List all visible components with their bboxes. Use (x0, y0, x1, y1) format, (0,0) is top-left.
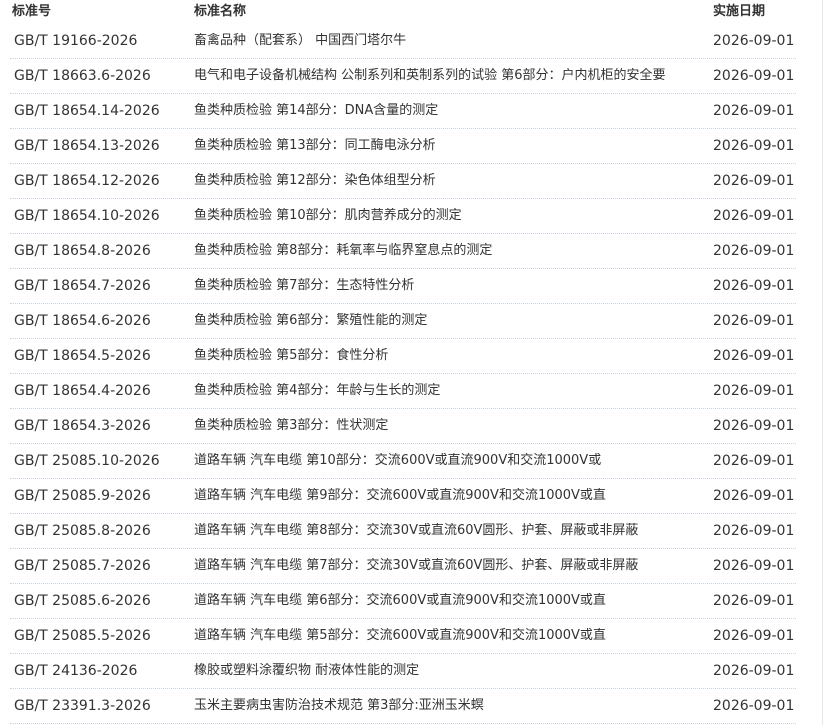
table-row: GB/T 23391.3-2026 玉米主要病虫害防治技术规范 第3部分:亚洲玉米… (10, 689, 796, 724)
implementation-date: 2026-09-01 (713, 558, 795, 574)
implementation-date: 2026-09-01 (713, 173, 795, 189)
standard-number: GB/T 18654.6-2026 (14, 313, 151, 329)
standard-number: GB/T 25085.5-2026 (14, 628, 151, 644)
implementation-date: 2026-09-01 (713, 523, 795, 539)
standard-number: GB/T 18654.3-2026 (14, 418, 151, 434)
standard-name-link[interactable]: 道路车辆 汽车电缆 第5部分：交流600V或直流900V和交流1000V或直 (194, 628, 706, 644)
standard-name-link[interactable]: 道路车辆 汽车电缆 第8部分：交流30V或直流60V圆形、护套、屏蔽或非屏蔽 (194, 523, 706, 539)
standard-number: GB/T 24136-2026 (14, 663, 138, 679)
standard-number: GB/T 25085.8-2026 (14, 523, 151, 539)
table-row: GB/T 18654.12-2026 鱼类种质检验 第12部分：染色体组型分析 20… (10, 164, 796, 199)
standard-number: GB/T 18654.12-2026 (14, 173, 160, 189)
standard-number: GB/T 18654.4-2026 (14, 383, 151, 399)
standard-name-link[interactable]: 鱼类种质检验 第5部分：食性分析 (194, 348, 706, 364)
header-standard-name: 标准名称 (194, 4, 247, 19)
standard-number: GB/T 25085.7-2026 (14, 558, 151, 574)
table-row: GB/T 24136-2026 橡胶或塑料涂覆织物 耐液体性能的测定 2026-09… (10, 654, 796, 689)
standard-number: GB/T 25085.10-2026 (14, 453, 160, 469)
table-row: GB/T 18654.13-2026 鱼类种质检验 第13部分：同工酶电泳分析 20… (10, 129, 796, 164)
implementation-date: 2026-09-01 (713, 698, 795, 714)
table-row: GB/T 18663.6-2026 电气和电子设备机械结构 公制系列和英制系列的试… (10, 59, 796, 94)
standard-number: GB/T 18654.7-2026 (14, 278, 151, 294)
standard-name-link[interactable]: 鱼类种质检验 第10部分：肌肉营养成分的测定 (194, 208, 706, 224)
implementation-date: 2026-09-01 (713, 278, 795, 294)
standard-name-link[interactable]: 畜禽品种（配套系） 中国西门塔尔牛 (194, 33, 706, 49)
table-row: GB/T 18654.4-2026 鱼类种质检验 第4部分：年龄与生长的测定 202… (10, 374, 796, 409)
header-standard-number: 标准号 (12, 4, 52, 19)
table-row: GB/T 25085.5-2026 道路车辆 汽车电缆 第5部分：交流600V或直… (10, 619, 796, 654)
standard-name-link[interactable]: 鱼类种质检验 第4部分：年龄与生长的测定 (194, 383, 706, 399)
standard-name-link[interactable]: 橡胶或塑料涂覆织物 耐液体性能的测定 (194, 663, 706, 679)
implementation-date: 2026-09-01 (713, 628, 795, 644)
implementation-date: 2026-09-01 (713, 383, 795, 399)
table-row: GB/T 18654.6-2026 鱼类种质检验 第6部分：繁殖性能的测定 2026… (10, 304, 796, 339)
standard-name-link[interactable]: 鱼类种质检验 第7部分：生态特性分析 (194, 278, 706, 294)
standard-name-link[interactable]: 鱼类种质检验 第8部分：耗氧率与临界窒息点的测定 (194, 243, 706, 259)
implementation-date: 2026-09-01 (713, 208, 795, 224)
standard-number: GB/T 25085.6-2026 (14, 593, 151, 609)
standard-number: GB/T 18654.13-2026 (14, 138, 160, 154)
implementation-date: 2026-09-01 (713, 418, 795, 434)
table-row: GB/T 18654.14-2026 鱼类种质检验 第14部分：DNA含量的测定 2… (10, 94, 796, 129)
implementation-date: 2026-09-01 (713, 453, 795, 469)
table-row: GB/T 25085.9-2026 道路车辆 汽车电缆 第9部分：交流600V或直… (10, 479, 796, 514)
standard-name-link[interactable]: 道路车辆 汽车电缆 第6部分：交流600V或直流900V和交流1000V或直 (194, 593, 706, 609)
standard-number: GB/T 18654.8-2026 (14, 243, 151, 259)
standard-number: GB/T 25085.9-2026 (14, 488, 151, 504)
table-row: GB/T 25085.7-2026 道路车辆 汽车电缆 第7部分：交流30V或直流… (10, 549, 796, 584)
table-body: GB/T 19166-2026 畜禽品种（配套系） 中国西门塔尔牛 2026-09-… (10, 24, 796, 724)
implementation-date: 2026-09-01 (713, 348, 795, 364)
implementation-date: 2026-09-01 (713, 313, 795, 329)
table-row: GB/T 25085.6-2026 道路车辆 汽车电缆 第6部分：交流600V或直… (10, 584, 796, 619)
implementation-date: 2026-09-01 (713, 593, 795, 609)
implementation-date: 2026-09-01 (713, 488, 795, 504)
implementation-date: 2026-09-01 (713, 243, 795, 259)
standard-number: GB/T 18654.10-2026 (14, 208, 160, 224)
right-border (822, 0, 823, 725)
table-row: GB/T 25085.10-2026 道路车辆 汽车电缆 第10部分：交流600V… (10, 444, 796, 479)
standards-table: 标准号 标准名称 实施日期 GB/T 19166-2026 畜禽品种（配套系） 中… (10, 0, 796, 724)
table-row: GB/T 18654.7-2026 鱼类种质检验 第7部分：生态特性分析 2026-… (10, 269, 796, 304)
standard-name-link[interactable]: 道路车辆 汽车电缆 第10部分：交流600V或直流900V和交流1000V或 (194, 453, 706, 469)
standard-name-link[interactable]: 道路车辆 汽车电缆 第9部分：交流600V或直流900V和交流1000V或直 (194, 488, 706, 504)
standard-name-link[interactable]: 鱼类种质检验 第6部分：繁殖性能的测定 (194, 313, 706, 329)
standard-name-link[interactable]: 鱼类种质检验 第12部分：染色体组型分析 (194, 173, 706, 189)
standard-name-link[interactable]: 电气和电子设备机械结构 公制系列和英制系列的试验 第6部分：户内机柜的安全要 (194, 68, 706, 84)
table-row: GB/T 18654.10-2026 鱼类种质检验 第10部分：肌肉营养成分的测定… (10, 199, 796, 234)
implementation-date: 2026-09-01 (713, 138, 795, 154)
standard-number: GB/T 19166-2026 (14, 33, 138, 49)
standard-name-link[interactable]: 鱼类种质检验 第14部分：DNA含量的测定 (194, 103, 706, 119)
table-row: GB/T 18654.8-2026 鱼类种质检验 第8部分：耗氧率与临界窒息点的测… (10, 234, 796, 269)
implementation-date: 2026-09-01 (713, 68, 795, 84)
standard-number: GB/T 18663.6-2026 (14, 68, 151, 84)
table-row: GB/T 18654.3-2026 鱼类种质检验 第3部分：性状测定 2026-09… (10, 409, 796, 444)
standard-name-link[interactable]: 玉米主要病虫害防治技术规范 第3部分:亚洲玉米螟 (194, 698, 706, 714)
implementation-date: 2026-09-01 (713, 663, 795, 679)
standard-name-link[interactable]: 道路车辆 汽车电缆 第7部分：交流30V或直流60V圆形、护套、屏蔽或非屏蔽 (194, 558, 706, 574)
standard-number: GB/T 18654.14-2026 (14, 103, 160, 119)
table-row: GB/T 18654.5-2026 鱼类种质检验 第5部分：食性分析 2026-09… (10, 339, 796, 374)
standard-name-link[interactable]: 鱼类种质检验 第3部分：性状测定 (194, 418, 706, 434)
standard-name-link[interactable]: 鱼类种质检验 第13部分：同工酶电泳分析 (194, 138, 706, 154)
header-implementation-date: 实施日期 (713, 4, 766, 19)
table-header: 标准号 标准名称 实施日期 (10, 0, 796, 24)
implementation-date: 2026-09-01 (713, 33, 795, 49)
implementation-date: 2026-09-01 (713, 103, 795, 119)
standard-number: GB/T 23391.3-2026 (14, 698, 151, 714)
table-row: GB/T 25085.8-2026 道路车辆 汽车电缆 第8部分：交流30V或直流… (10, 514, 796, 549)
table-row: GB/T 19166-2026 畜禽品种（配套系） 中国西门塔尔牛 2026-09-… (10, 24, 796, 59)
standard-number: GB/T 18654.5-2026 (14, 348, 151, 364)
